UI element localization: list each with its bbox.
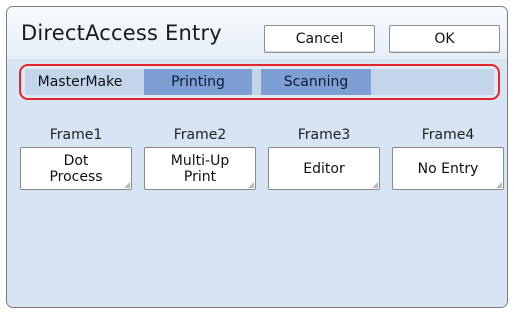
direct-access-dialog: DirectAccess Entry Cancel OK MasterMake … (6, 6, 508, 308)
ok-button[interactable]: OK (389, 25, 500, 53)
tab-mastermake[interactable]: MasterMake (25, 69, 135, 95)
frame2-button-label: Multi-Up Print (170, 152, 230, 185)
tab-track: MasterMake Printing Scanning (25, 69, 494, 95)
corner-marker-icon (496, 182, 502, 188)
mode-tab-strip: MasterMake Printing Scanning (19, 64, 500, 100)
tab-scanning[interactable]: Scanning (261, 69, 371, 95)
frame2-label: Frame2 (173, 127, 227, 143)
frame4-button[interactable]: No Entry (392, 147, 504, 190)
dialog-header: DirectAccess Entry Cancel OK (7, 7, 507, 59)
frame4-label: Frame4 (421, 127, 475, 143)
frame1-label: Frame1 (49, 127, 103, 143)
cancel-button[interactable]: Cancel (264, 25, 375, 53)
frame3-label: Frame3 (297, 127, 351, 143)
corner-marker-icon (372, 182, 378, 188)
corner-marker-icon (124, 182, 130, 188)
frame4-button-label: No Entry (417, 160, 479, 177)
frame3-button[interactable]: Editor (268, 147, 380, 190)
frame1-button-label: Dot Process (49, 152, 103, 185)
dialog-title: DirectAccess Entry (21, 21, 222, 45)
frame2-button[interactable]: Multi-Up Print (144, 147, 256, 190)
frame1-button[interactable]: Dot Process (20, 147, 132, 190)
tab-printing[interactable]: Printing (144, 69, 252, 95)
corner-marker-icon (248, 182, 254, 188)
frame3-button-label: Editor (303, 160, 345, 177)
